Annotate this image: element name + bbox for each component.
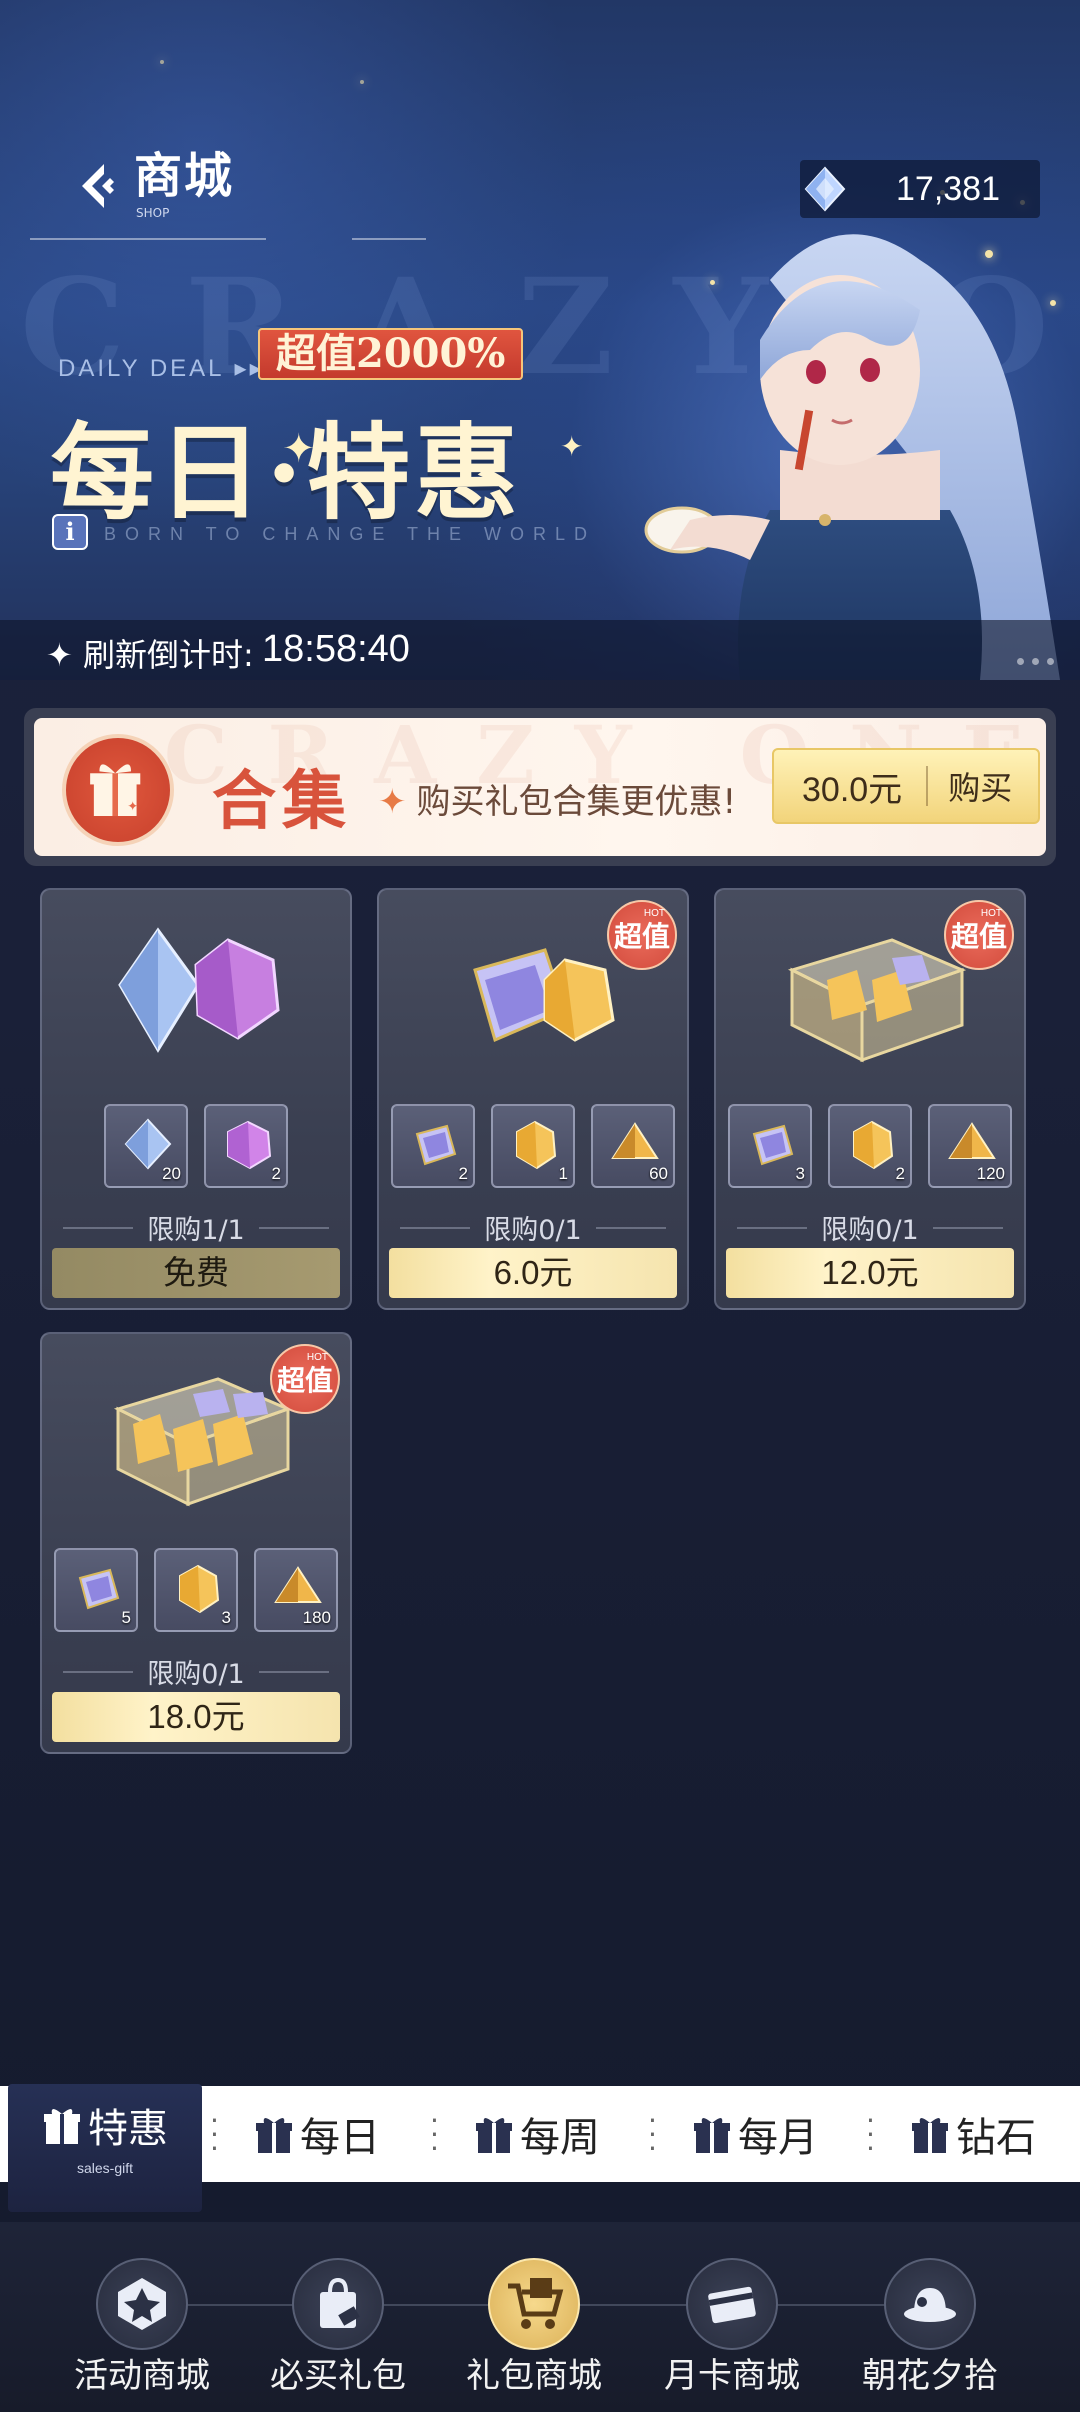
gift-icon: [694, 2118, 730, 2153]
tab-divider: · · ·: [210, 2104, 219, 2165]
reward-list: 5 3 180: [42, 1548, 350, 1632]
hot-value-badge: HOT 超值: [944, 900, 1014, 970]
countdown-label: ✦ 刷新倒计时:: [46, 636, 254, 674]
daily-deal-banner[interactable]: CRAZY ONES 商城 SHOP 17,381 DAILY DEAL▸▸ 超…: [0, 0, 1080, 680]
sparkle-icon: ✦: [282, 426, 316, 472]
gift-badge: ✦: [62, 734, 174, 846]
claim-free-button[interactable]: 免费: [52, 1248, 340, 1298]
category-tab-bar: 特惠 sales-gift · · · 每日 · · · 每周 · · · 每月 · · · 钻…: [0, 2084, 1080, 2212]
daily-deal-label: DAILY DEAL ▸▸: [58, 355, 265, 382]
crystal-box-illustration: [113, 1377, 293, 1507]
buy-label: 购买: [948, 769, 1013, 807]
purchase-limit: 限购1/1: [42, 1208, 350, 1247]
gold-crystal-icon: [179, 1564, 220, 1614]
banner-tagline: BORN TO CHANGE THE WORLD: [104, 524, 597, 544]
purchase-limit: 限购0/1: [716, 1208, 1024, 1247]
monthly-card-icon: [708, 2286, 756, 2324]
purchase-limit: 限购0/1: [42, 1652, 350, 1691]
tab-weekly[interactable]: 每周: [474, 2086, 600, 2182]
reward-item[interactable]: 180: [254, 1548, 338, 1632]
gift-pack-card[interactable]: 20 2 限购1/1 免费: [40, 888, 352, 1310]
reward-item[interactable]: 3: [154, 1548, 238, 1632]
caged-crystal-icon: [78, 1568, 120, 1610]
diamond-count: 17,381: [896, 169, 1000, 208]
reward-item[interactable]: 2: [828, 1104, 912, 1188]
bottom-navigation: 活动商城 必买礼包 礼包商城 月卡商城 朝花夕拾: [0, 2222, 1080, 2412]
shopping-cart-icon: [508, 2278, 564, 2329]
bundle-collection-card[interactable]: CRAZY ONES ✦ 合集 ✦购买礼包合集更优惠! 30.0元 购买: [24, 708, 1056, 866]
back-button[interactable]: 商城 SHOP: [74, 152, 234, 220]
diamond-icon: [804, 166, 846, 212]
back-arrow-icon: [82, 164, 114, 208]
refresh-countdown-bar: ✦ 刷新倒计时: 18:58:40: [0, 620, 1080, 680]
sparkle-icon: ✦: [560, 430, 584, 463]
reward-list: 3 2 120: [716, 1104, 1024, 1188]
gold-crystal-icon: [853, 1120, 894, 1170]
event-shop-icon: [118, 2278, 166, 2330]
bundle-price: 30.0元: [802, 770, 903, 809]
value-badge: 超值2000%: [258, 328, 524, 380]
gold-crystal-icon: [516, 1120, 557, 1170]
buy-separator: [926, 766, 929, 806]
reward-item[interactable]: 1: [491, 1104, 575, 1188]
hat-icon: [904, 2288, 956, 2322]
title-divider: [352, 238, 426, 240]
character-illustration: [644, 234, 1060, 680]
reward-item[interactable]: 120: [928, 1104, 1012, 1188]
gift-pack-card[interactable]: HOT 超值 2 1 60 限购0/1 6.0元: [377, 888, 689, 1310]
shopping-bag-icon: [320, 2277, 360, 2328]
countdown-time: 18:58:40: [262, 628, 410, 670]
reward-item[interactable]: 2: [204, 1104, 288, 1188]
bundle-buy-button[interactable]: 30.0元 购买: [772, 748, 1040, 824]
bundle-description: ✦ 购买礼包合集更优惠!: [378, 782, 737, 822]
tab-divider: · · ·: [430, 2104, 439, 2165]
reward-item[interactable]: 3: [728, 1104, 812, 1188]
gift-icon: ✦: [90, 764, 141, 816]
title-divider: [30, 238, 266, 240]
tab-monthly[interactable]: 每月: [692, 2086, 818, 2182]
info-icon[interactable]: i: [52, 514, 88, 550]
gift-icon: [476, 2118, 512, 2153]
gift-icon: [912, 2118, 948, 2153]
nav-event-shop[interactable]: 活动商城: [52, 2258, 232, 2397]
pink-crystal-icon: [227, 1120, 272, 1170]
caged-crystal-icon: [415, 1124, 457, 1166]
page-title: 商城: [134, 148, 235, 204]
crystals-illustration: [473, 948, 615, 1043]
reward-item[interactable]: 60: [591, 1104, 675, 1188]
gift-pack-card[interactable]: HOT 超值 3 2 120 限购0/1 12.0元: [714, 888, 1026, 1310]
hot-value-badge: HOT 超值: [607, 900, 677, 970]
gift-icon: [44, 2109, 80, 2144]
tab-daily[interactable]: 每日: [254, 2086, 380, 2182]
reward-list: 2 1 60: [379, 1104, 687, 1188]
tab-sales[interactable]: 特惠 sales-gift: [8, 2084, 202, 2212]
tab-divider: · · ·: [866, 2104, 875, 2165]
reward-item[interactable]: 5: [54, 1548, 138, 1632]
crystal-box-illustration: [787, 938, 967, 1063]
buy-button[interactable]: 12.0元: [726, 1248, 1014, 1298]
tab-divider: · · ·: [648, 2104, 657, 2165]
reward-item[interactable]: 2: [391, 1104, 475, 1188]
svg-text:✦: ✦: [127, 799, 138, 814]
nav-must-buy-pack[interactable]: 必买礼包: [248, 2258, 428, 2397]
buy-button[interactable]: 6.0元: [389, 1248, 677, 1298]
bundle-title: 合集: [212, 764, 352, 839]
crystals-illustration: [118, 927, 280, 1053]
purchase-limit: 限购0/1: [379, 1208, 687, 1247]
nav-memories[interactable]: 朝花夕拾: [840, 2258, 1020, 2397]
diamond-balance: 17,381: [800, 160, 1040, 218]
caged-crystal-icon: [752, 1124, 794, 1166]
nav-gift-shop[interactable]: 礼包商城: [444, 2258, 624, 2397]
reward-list: 20 2: [42, 1104, 350, 1188]
gift-pack-card[interactable]: HOT 超值 5 3 180 限购0/1 18.0元: [40, 1332, 352, 1754]
banner-page-indicator[interactable]: [1009, 650, 1054, 669]
tab-sales-subtitle: sales-gift: [76, 2160, 134, 2176]
hot-value-badge: HOT 超值: [270, 1344, 340, 1414]
gift-icon: [256, 2118, 292, 2153]
reward-item[interactable]: 20: [104, 1104, 188, 1188]
page-subtitle: SHOP: [136, 206, 170, 220]
tab-diamond[interactable]: 钻石: [910, 2086, 1036, 2182]
buy-button[interactable]: 18.0元: [52, 1692, 340, 1742]
nav-monthly-card-shop[interactable]: 月卡商城: [642, 2258, 822, 2397]
